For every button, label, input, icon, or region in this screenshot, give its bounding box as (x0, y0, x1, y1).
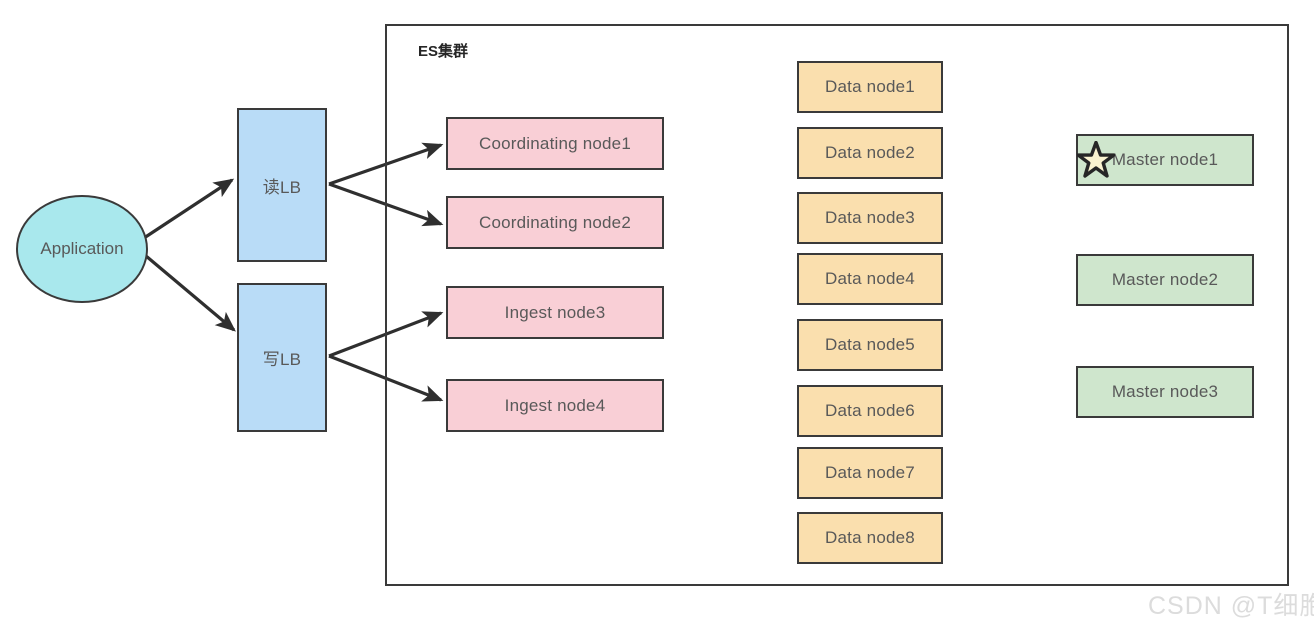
master-node-label: Master node1 (1111, 150, 1219, 169)
master-node-label: Master node3 (1111, 382, 1219, 401)
arrow-application-to-write-lb (144, 254, 236, 332)
es-cluster-title: ES集群 (418, 43, 469, 60)
application-label: Application (40, 239, 124, 258)
data-node-5[interactable]: Data node5 (797, 319, 943, 371)
data-node-label: Data node7 (825, 463, 915, 482)
coordinating-node-2[interactable]: Coordinating node2 (446, 196, 664, 249)
star-icon (1077, 141, 1115, 178)
data-node-label: Data node6 (825, 401, 915, 420)
arrow-application-to-read-lb (143, 178, 235, 240)
data-node-label: Data node4 (825, 269, 915, 288)
data-node-2[interactable]: Data node2 (797, 127, 943, 179)
write-lb-label: 写LB (262, 350, 302, 369)
data-node-3[interactable]: Data node3 (797, 192, 943, 244)
diagram-canvas: ES集群 Application 读LB 写LB Coordinating no… (0, 0, 1314, 621)
data-node-label: Data node8 (825, 528, 915, 547)
ingest-node-label: Ingest node3 (504, 302, 606, 322)
application-node[interactable]: Application (16, 195, 148, 303)
coordinating-node-label: Coordinating node2 (479, 212, 631, 232)
coordinating-node-label: Coordinating node1 (479, 133, 631, 153)
data-node-label: Data node1 (825, 77, 915, 96)
data-node-label: Data node5 (825, 335, 915, 354)
data-node-4[interactable]: Data node4 (797, 253, 943, 305)
watermark: CSDN @T细胞 (1148, 592, 1314, 620)
read-lb-label: 读LB (262, 177, 302, 197)
data-node-8[interactable]: Data node8 (797, 512, 943, 564)
data-node-label: Data node3 (825, 208, 915, 227)
coordinating-node-1[interactable]: Coordinating node1 (446, 117, 664, 170)
master-node-3[interactable]: Master node3 (1076, 366, 1254, 418)
master-node-2[interactable]: Master node2 (1076, 254, 1254, 306)
data-node-1[interactable]: Data node1 (797, 61, 943, 113)
ingest-node-4[interactable]: Ingest node4 (446, 379, 664, 432)
data-node-7[interactable]: Data node7 (797, 447, 943, 499)
data-node-label: Data node2 (825, 143, 915, 162)
master-node-label: Master node2 (1111, 270, 1219, 289)
ingest-node-label: Ingest node4 (504, 395, 606, 415)
ingest-node-3[interactable]: Ingest node3 (446, 286, 664, 339)
read-lb-node[interactable]: 读LB (237, 108, 327, 262)
write-lb-node[interactable]: 写LB (237, 283, 327, 432)
data-node-6[interactable]: Data node6 (797, 385, 943, 437)
